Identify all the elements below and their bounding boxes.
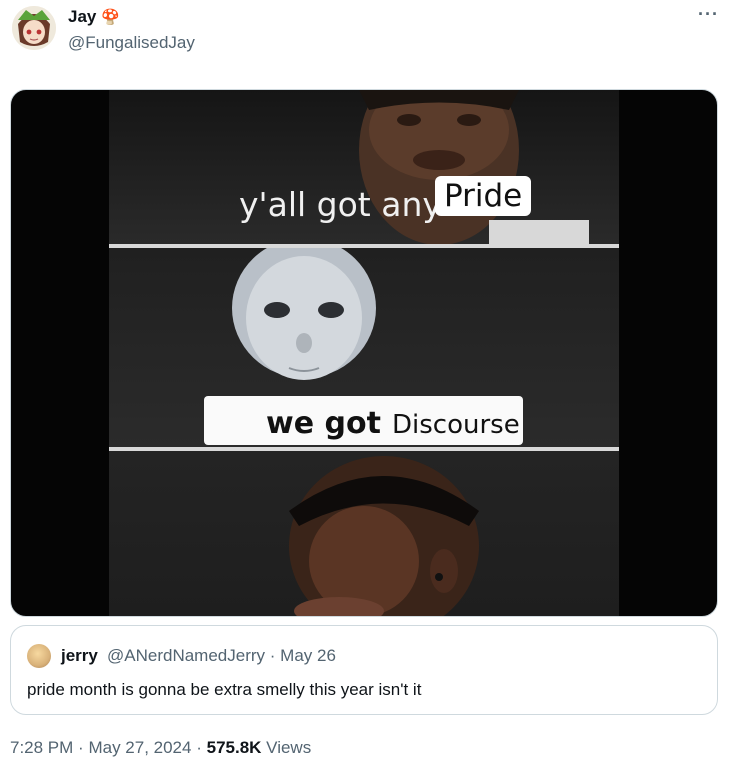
author-name-text[interactable]: Jay	[68, 7, 96, 26]
quoted-tweet[interactable]: jerry @ANerdNamedJerry · May 26 pride mo…	[10, 625, 718, 715]
meme-caption-1: y'all got any	[239, 185, 442, 224]
tweet-media-image[interactable]: y'all got any Pride we got Discourse	[10, 89, 718, 617]
tweet-metadata: 7:28 PM · May 27, 2024 · 575.8K Views	[10, 738, 311, 758]
more-options-icon[interactable]: ···	[698, 4, 719, 25]
quoted-author-avatar[interactable]	[27, 644, 51, 668]
mushroom-emoji-icon: 🍄	[101, 9, 120, 26]
author-name[interactable]: Jay 🍄	[68, 7, 120, 27]
author-avatar[interactable]	[12, 6, 56, 50]
quoted-author-handle-date: @ANerdNamedJerry · May 26	[107, 646, 336, 666]
meme-caption-2-bold: we got	[266, 406, 381, 441]
quoted-author-name[interactable]: jerry	[61, 646, 98, 666]
separator-dot: ·	[196, 738, 202, 757]
tweet-time[interactable]: 7:28 PM	[10, 738, 73, 757]
separator-dot: ·	[269, 646, 276, 665]
quoted-tweet-date[interactable]: May 26	[280, 646, 336, 665]
meme-caption-2-rest: Discourse	[392, 410, 520, 440]
views-label: Views	[266, 738, 312, 757]
quoted-author-handle[interactable]: @ANerdNamedJerry	[107, 646, 265, 665]
separator-dot: ·	[78, 738, 84, 757]
tweet-date[interactable]: May 27, 2024	[88, 738, 191, 757]
meme-caption-1-highlight: Pride	[435, 176, 532, 216]
quoted-tweet-text: pride month is gonna be extra smelly thi…	[27, 680, 422, 699]
views-count: 575.8K	[206, 738, 262, 757]
meme-panel-3	[109, 451, 619, 616]
author-handle[interactable]: @FungalisedJay	[68, 33, 195, 53]
